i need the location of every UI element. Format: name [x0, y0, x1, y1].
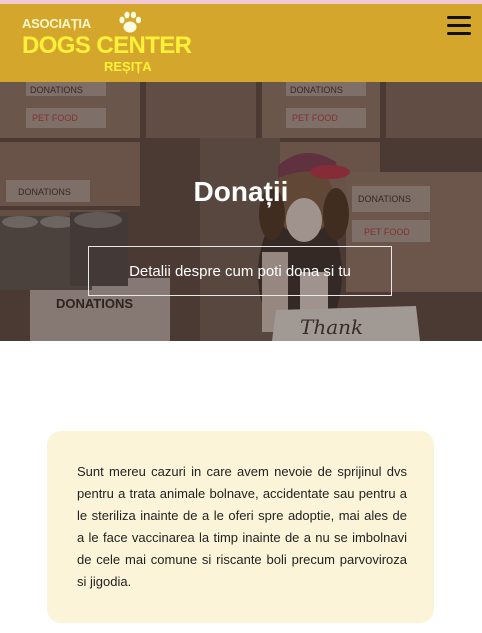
info-card: Sunt mereu cazuri in care avem nevoie de… [47, 431, 434, 623]
logo-line-3: REȘIȚA [104, 59, 152, 74]
hamburger-menu-icon[interactable] [447, 16, 471, 38]
page-title: Donații [193, 176, 289, 207]
logo-line-1: ASOCIAȚIA [22, 16, 91, 31]
site-logo[interactable]: ASOCIAȚIA DOGS CENTER REȘIȚA [22, 10, 192, 78]
hero-background-photo: DONATIONS DONATIONS PET FOOD PET FOOD DO… [0, 82, 482, 341]
logo-line-2: DOGS CENTER [22, 32, 192, 59]
info-paragraph: Sunt mereu cazuri in care avem nevoie de… [77, 464, 407, 589]
hero-banner: DONATIONS DONATIONS PET FOOD PET FOOD DO… [0, 82, 482, 341]
donation-details-button[interactable]: Detalii despre cum poti dona si tu [88, 246, 392, 296]
site-header: ASOCIAȚIA DOGS CENTER REȘIȚA [0, 4, 482, 82]
